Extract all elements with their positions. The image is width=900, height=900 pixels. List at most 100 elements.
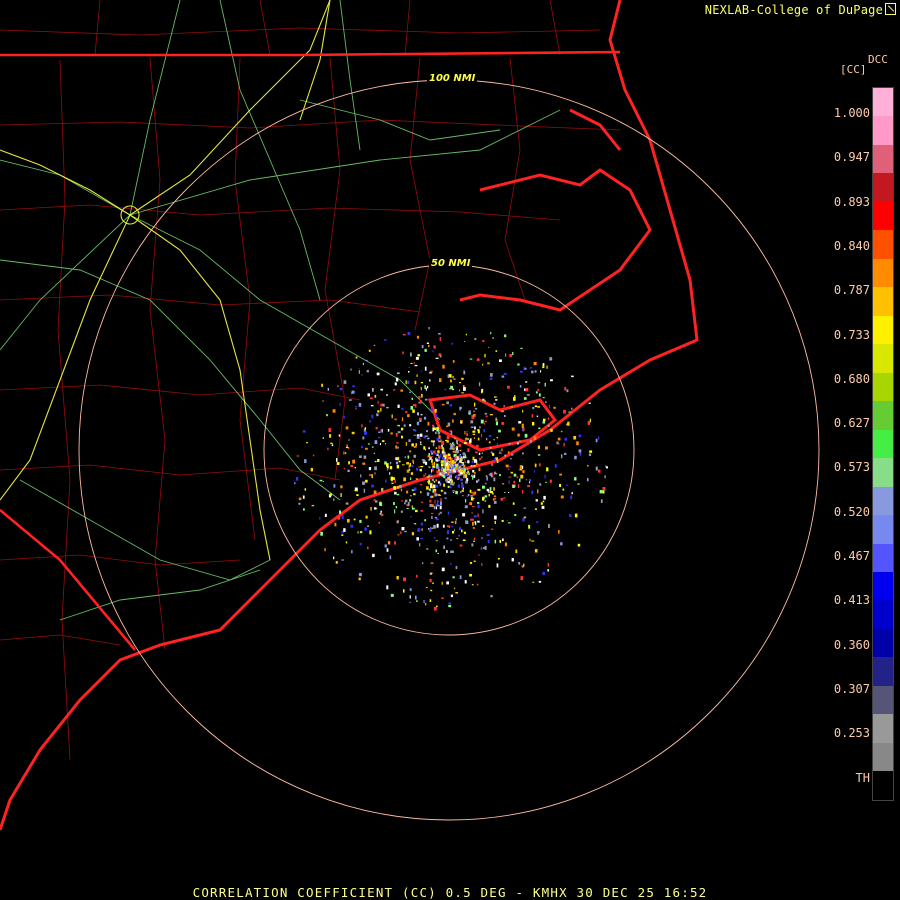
radar-return-pixel xyxy=(488,504,491,508)
radar-return-pixel xyxy=(456,475,459,479)
radar-return-pixel xyxy=(397,456,400,461)
radar-return-pixel xyxy=(472,506,475,507)
radar-return-pixel xyxy=(431,469,433,473)
radar-return-pixel xyxy=(469,562,473,564)
radar-return-pixel xyxy=(372,553,375,558)
radar-return-pixel xyxy=(364,431,367,435)
radar-return-pixel xyxy=(402,351,404,354)
radar-return-pixel xyxy=(432,350,434,353)
radar-return-pixel xyxy=(435,431,437,434)
radar-return-pixel xyxy=(403,477,406,482)
radar-return-pixel xyxy=(363,455,367,459)
radar-return-pixel xyxy=(450,444,453,449)
radar-return-pixel xyxy=(512,502,515,505)
radar-return-pixel xyxy=(418,396,421,399)
radar-return-pixel xyxy=(424,398,428,401)
radar-return-pixel xyxy=(563,409,566,414)
radar-return-pixel xyxy=(330,442,333,444)
radar-return-pixel xyxy=(433,481,436,483)
radar-return-pixel xyxy=(522,490,524,494)
radar-return-pixel xyxy=(471,543,474,547)
radar-return-pixel xyxy=(431,485,433,489)
radar-return-pixel xyxy=(419,468,422,472)
radar-return-pixel xyxy=(401,435,403,439)
radar-return-pixel xyxy=(505,464,509,468)
radar-return-pixel xyxy=(460,464,462,468)
radar-return-pixel xyxy=(495,399,498,401)
radar-return-pixel xyxy=(433,345,436,349)
radar-return-pixel xyxy=(542,363,545,366)
radar-return-pixel xyxy=(412,409,415,413)
radar-return-pixel xyxy=(482,398,485,401)
radar-return-pixel xyxy=(446,530,449,535)
radar-return-pixel xyxy=(447,374,450,378)
radar-return-pixel xyxy=(429,578,432,583)
radar-return-pixel xyxy=(481,456,483,458)
radar-return-pixel xyxy=(374,440,378,444)
radar-return-pixel xyxy=(451,460,455,464)
radar-return-pixel xyxy=(321,383,323,387)
radar-return-pixel xyxy=(511,558,514,562)
colorbar-segment xyxy=(873,116,893,145)
colorbar-segment xyxy=(873,714,893,743)
radar-return-pixel xyxy=(413,362,415,364)
radar-return-pixel xyxy=(379,512,382,515)
radar-return-pixel xyxy=(401,499,403,502)
radar-return-pixel xyxy=(436,427,439,430)
radar-return-pixel xyxy=(569,514,572,517)
radar-return-pixel xyxy=(428,488,431,491)
radar-return-pixel xyxy=(420,441,422,444)
radar-return-pixel xyxy=(505,353,507,357)
radar-return-pixel xyxy=(481,563,483,566)
radar-return-pixel xyxy=(426,476,430,478)
radar-return-pixel xyxy=(371,414,374,419)
radar-return-pixel xyxy=(371,484,374,488)
radar-return-pixel xyxy=(437,500,439,504)
radar-return-pixel xyxy=(464,474,468,478)
colorbar-segment xyxy=(873,742,893,772)
radar-return-pixel xyxy=(420,510,423,512)
radar-return-pixel xyxy=(356,494,359,496)
radar-return-pixel xyxy=(446,525,450,528)
radar-return-pixel xyxy=(548,524,550,528)
radar-return-pixel xyxy=(426,486,429,490)
radar-return-pixel xyxy=(527,485,530,488)
radar-return-pixel xyxy=(495,417,497,420)
radar-return-pixel xyxy=(394,491,397,495)
radar-return-pixel xyxy=(502,538,504,542)
radar-return-pixel xyxy=(392,477,395,480)
radar-return-pixel xyxy=(400,510,403,513)
radar-return-pixel xyxy=(398,460,401,463)
radar-return-pixel xyxy=(441,567,445,572)
radar-return-pixel xyxy=(573,436,577,440)
ring-label-100nmi: 100 NMI xyxy=(427,73,478,84)
radar-return-pixel xyxy=(446,401,449,405)
radar-return-pixel xyxy=(483,429,486,433)
colorbar-tick-label: 0.787 xyxy=(833,283,870,298)
radar-return-pixel xyxy=(384,339,387,341)
radar-return-pixel xyxy=(365,515,368,519)
radar-return-pixel xyxy=(398,484,402,489)
radar-return-pixel xyxy=(395,445,397,449)
radar-return-pixel xyxy=(566,389,569,393)
radar-return-pixel xyxy=(409,463,411,467)
radar-return-pixel xyxy=(335,561,338,564)
radar-return-pixel xyxy=(477,513,479,518)
radar-return-pixel xyxy=(450,430,453,435)
radar-return-pixel xyxy=(441,463,444,467)
radar-return-pixel xyxy=(545,481,547,483)
radar-return-pixel xyxy=(496,460,499,463)
radar-return-pixel xyxy=(518,562,521,565)
radar-return-pixel xyxy=(432,465,435,468)
radar-return-pixel xyxy=(542,366,545,369)
radar-return-pixel xyxy=(428,344,430,347)
radar-return-pixel xyxy=(449,464,451,468)
radar-return-pixel xyxy=(347,469,350,472)
radar-return-pixel xyxy=(493,500,497,504)
radar-return-pixel xyxy=(465,333,467,336)
coastline xyxy=(0,0,699,831)
radar-return-pixel xyxy=(355,405,357,408)
radar-return-pixel xyxy=(560,495,564,499)
radar-return-pixel xyxy=(337,385,339,387)
radar-return-pixel xyxy=(486,437,488,441)
